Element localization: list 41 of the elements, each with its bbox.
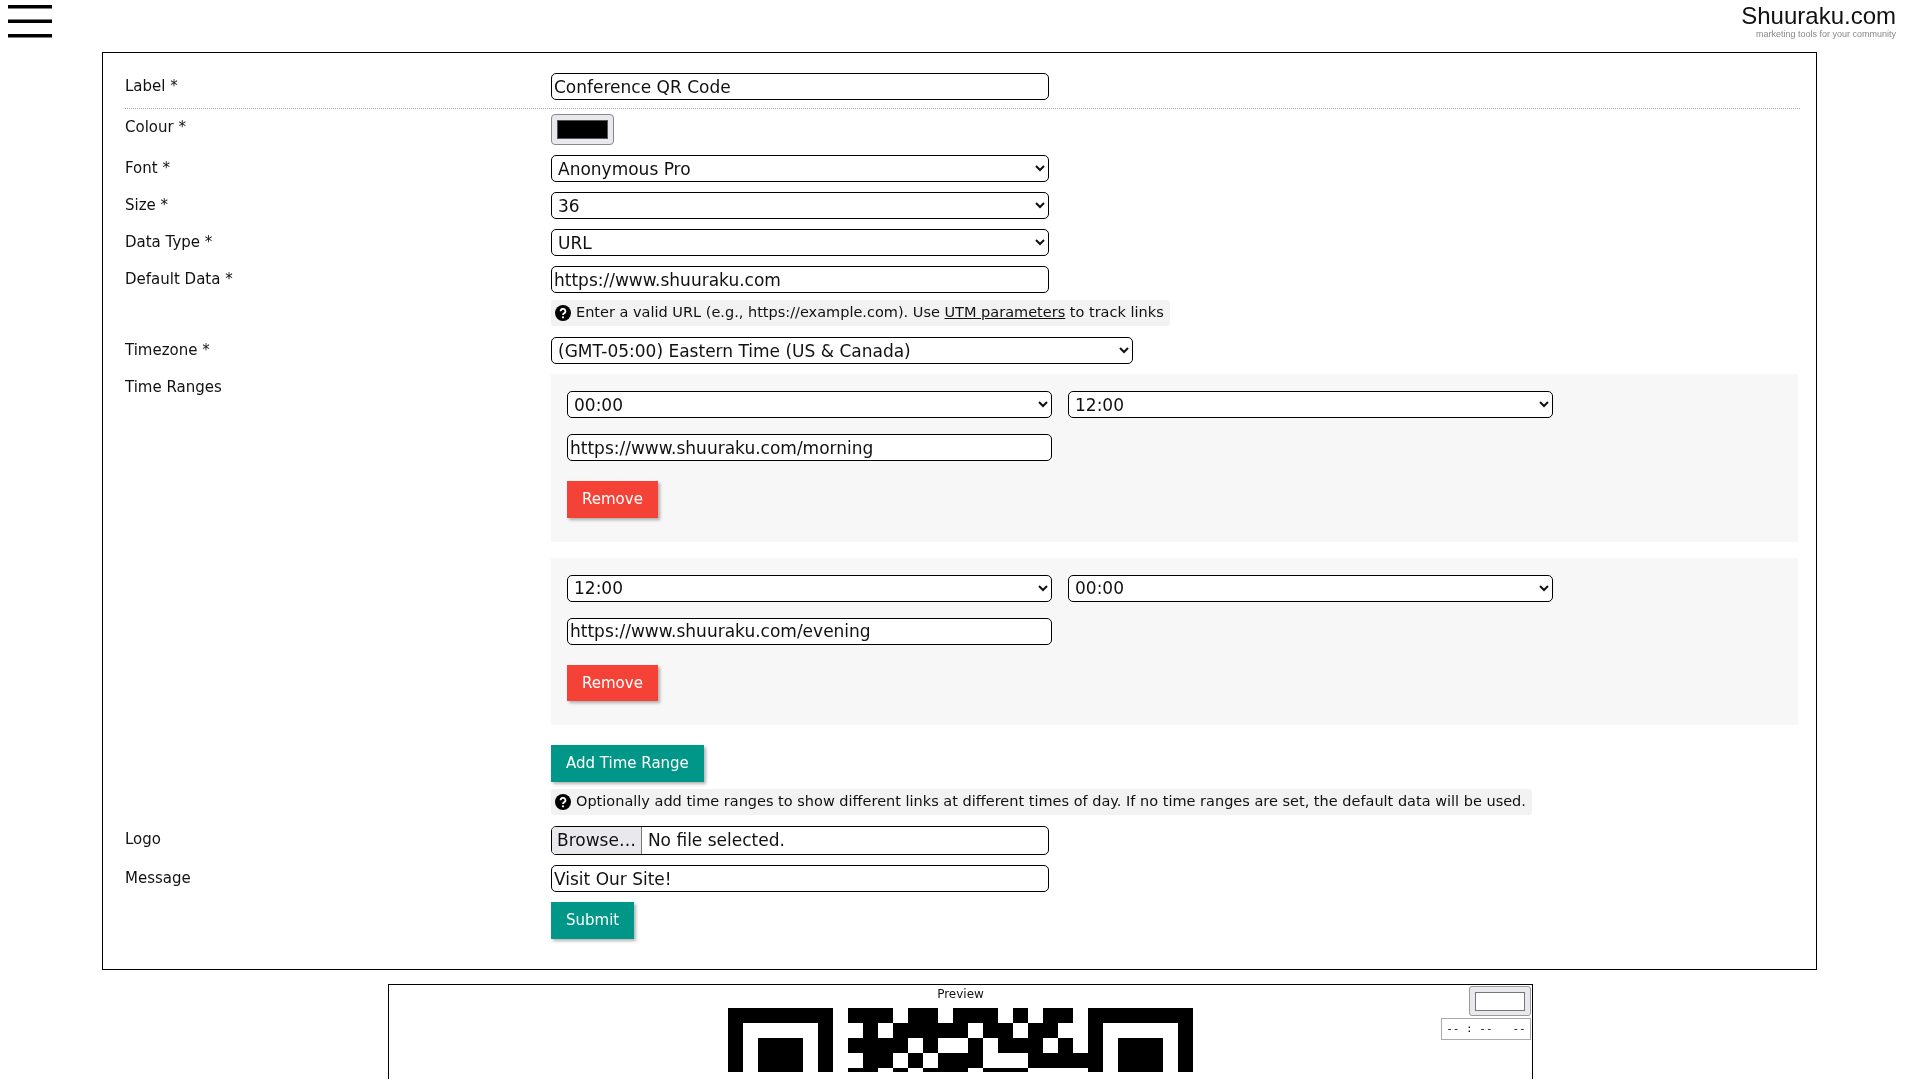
end-time-dropdown[interactable]: 00:00 xyxy=(1068,574,1553,602)
text-field[interactable]: Visit Our Site! xyxy=(551,865,1049,893)
dropdown[interactable]: URL xyxy=(551,229,1049,256)
menu-icon[interactable] xyxy=(8,5,52,38)
field-label: Message xyxy=(125,868,192,890)
text-field[interactable]: Conference QR Code xyxy=(551,73,1049,100)
utm-link[interactable]: UTM parameters xyxy=(944,304,1066,320)
dropdown[interactable]: 36 xyxy=(551,192,1049,219)
end-time-dropdown[interactable]: 12:00 xyxy=(1068,391,1553,419)
field-label: Font * xyxy=(125,158,171,179)
time-field[interactable]: -- : -- -- xyxy=(1441,1018,1531,1040)
start-time-dropdown[interactable]: 12:00 xyxy=(567,574,1052,602)
field-label: Colour * xyxy=(125,117,187,138)
url-field[interactable]: https://www.shuuraku.com/morning xyxy=(567,434,1052,462)
field-label: Data Type * xyxy=(125,232,214,253)
field-label: Default Data * xyxy=(125,269,234,290)
help-icon xyxy=(555,793,571,810)
help-icon xyxy=(555,304,571,321)
field-label: Logo xyxy=(125,829,162,851)
dropdown[interactable]: Anonymous Pro xyxy=(551,155,1049,182)
start-time-dropdown[interactable]: 00:00 xyxy=(567,391,1052,419)
site-tagline: marketing tools for your community xyxy=(1754,28,1896,41)
add-time-range-button[interactable]: Add Time Range xyxy=(551,745,704,782)
file-status-text: No file selected. xyxy=(647,829,785,852)
field-label: Timezone * xyxy=(125,340,211,362)
text-field[interactable]: https://www.shuuraku.com xyxy=(551,266,1049,293)
remove-button[interactable]: Remove xyxy=(567,481,658,518)
file-field[interactable]: Browse… No file selected. xyxy=(551,826,1049,856)
help-text: Optionally add time ranges to show different links at different times of day. If no time ranges are set, the default data will be used. xyxy=(551,788,1532,815)
browse-button[interactable]: Browse… xyxy=(552,827,642,855)
field-label: Time Ranges xyxy=(125,377,223,399)
site-logo[interactable]: Shuuraku.com xyxy=(1741,4,1896,28)
colour-picker[interactable] xyxy=(551,114,614,145)
preview-title: Preview xyxy=(936,988,985,1000)
field-label: Label * xyxy=(125,76,179,97)
submit-button[interactable]: Submit xyxy=(551,902,635,939)
field-label: Size * xyxy=(125,195,170,216)
dropdown[interactable]: (GMT-05:00) Eastern Time (US & Canada) xyxy=(551,337,1133,365)
remove-button[interactable]: Remove xyxy=(567,664,658,702)
url-field[interactable]: https://www.shuuraku.com/evening xyxy=(567,617,1052,645)
help-text: Enter a valid URL (e.g., https://example.com). Use UTM parameters to track links xyxy=(551,300,1170,326)
